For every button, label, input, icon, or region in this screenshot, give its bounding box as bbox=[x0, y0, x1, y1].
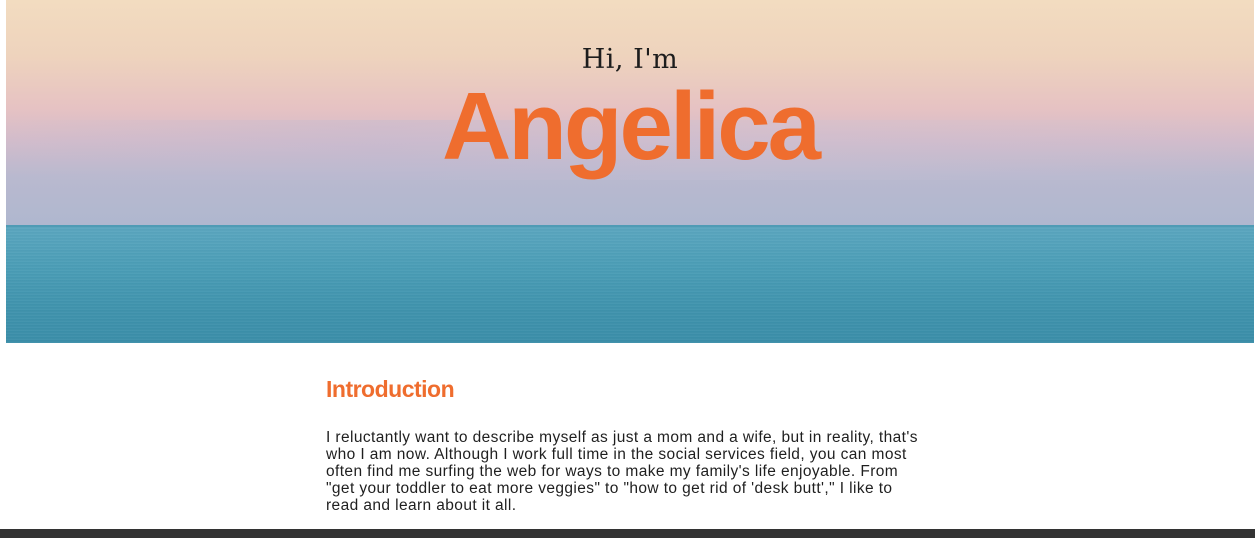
intro-title: Introduction bbox=[326, 376, 455, 402]
hero-banner: Hi, I'm Angelica bbox=[6, 0, 1254, 343]
hero-name-heading: Angelica bbox=[441, 73, 821, 180]
intro-section: Introduction I reluctantly want to descr… bbox=[326, 376, 926, 514]
hero-greeting: Hi, I'm bbox=[581, 44, 679, 75]
hero-sea-image bbox=[6, 227, 1254, 343]
page: Hi, I'm Angelica Introduction I reluctan… bbox=[0, 0, 1255, 538]
intro-paragraph: I reluctantly want to describe myself as… bbox=[326, 429, 918, 514]
footer-bar bbox=[0, 529, 1255, 538]
